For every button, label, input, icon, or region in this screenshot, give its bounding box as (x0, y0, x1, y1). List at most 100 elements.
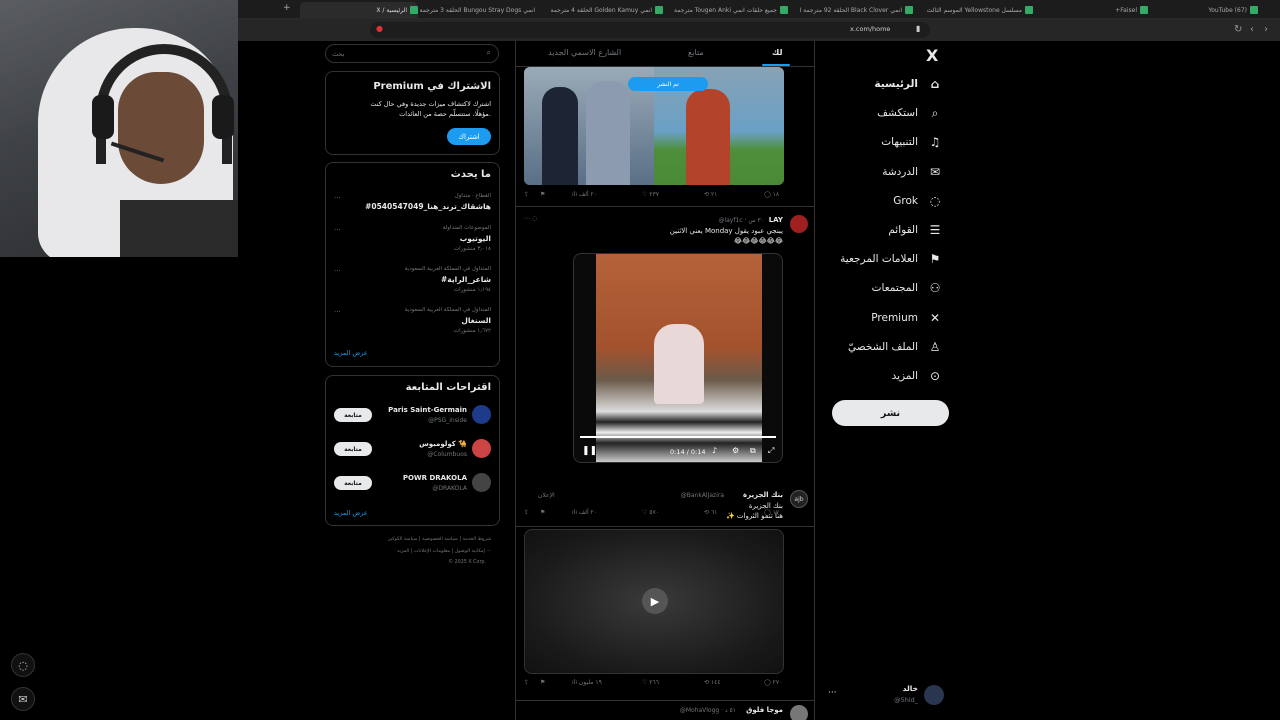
nav-item-bell[interactable]: ♫ التنبيهات (881, 132, 942, 152)
video-progress[interactable] (580, 436, 776, 438)
trend-name[interactable]: #شاعر_الراية (441, 275, 491, 284)
nav-item-search[interactable]: ⌕ استكشف (877, 103, 942, 123)
bookmark-icon[interactable]: ⚑ (540, 191, 545, 198)
repost-count[interactable]: ⟲ ١٤٤ (704, 679, 721, 686)
like-count[interactable]: ♡ ٢٣٧ (642, 191, 659, 198)
tweet-author[interactable]: موجا فلوق (746, 706, 783, 714)
browser-tab[interactable]: انمي Golden Kamuy الحلقة 4 مترجمة (545, 2, 663, 18)
pip-icon[interactable]: ⧉ (750, 446, 756, 456)
nav-item-home[interactable]: ⌂ الرئيسية (874, 74, 942, 94)
follow-button[interactable]: متابعة (334, 442, 372, 456)
grok-icon[interactable]: ⋯ ◌ (524, 215, 537, 222)
tweet-avatar[interactable]: ajb (790, 490, 808, 508)
tab-label: الرئيسية / X (376, 6, 407, 14)
forward-icon[interactable]: › (1264, 24, 1268, 35)
share-icon[interactable]: ⇪ (524, 191, 529, 198)
grok-float-icon[interactable]: ◌ (11, 653, 35, 677)
back-icon[interactable]: ‹ (1250, 24, 1254, 35)
trend-more-icon[interactable]: ··· (334, 226, 341, 234)
search-input[interactable]: ⌕ بحث (325, 44, 499, 63)
trend-more-icon[interactable]: ··· (334, 267, 341, 275)
share-icon[interactable]: ⇪ (524, 679, 529, 686)
x-logo-icon[interactable]: X (926, 46, 938, 65)
pause-icon[interactable]: ❚❚ (582, 446, 597, 456)
post-button[interactable]: نشر (832, 400, 949, 426)
browser-tab[interactable]: Faisel+ (1030, 2, 1148, 18)
url-text[interactable]: x.com/home (850, 25, 890, 33)
tweet-avatar[interactable] (790, 705, 808, 720)
follow-button[interactable]: متابعة (334, 476, 372, 490)
show-more-follow-link[interactable]: عرض المزيد (334, 509, 368, 517)
suggestion-name[interactable]: Paris Saint-Germain (388, 406, 467, 414)
video-player[interactable]: ❚❚ 0:14 / 0:14 ♪ ⚙ ⧉ ⤢ (573, 253, 783, 463)
views-count[interactable]: ılı ٢٠ ألف (572, 191, 597, 198)
nav-item-lists[interactable]: ☰ القوائم (888, 220, 942, 240)
tweet-2[interactable]: LAY @layf1c · ٣٠ س ⋯ ◌ يبنجي عبود يقول M… (516, 207, 814, 527)
tweet-author[interactable]: LAY (769, 216, 783, 224)
extension-icon[interactable]: ● (376, 24, 383, 33)
nav-item-bookmark[interactable]: ⚑ العلامات المرجعية (840, 249, 942, 269)
trend-more-icon[interactable]: ··· (334, 308, 341, 316)
browser-tab[interactable]: مسلسل Yellowstone الموسم الثالث (915, 2, 1033, 18)
footer-links-1[interactable]: شروط الخدمة | سياسة الخصوصية | سياسة الك… (388, 537, 491, 542)
likes-value: ٢٦٦ (649, 679, 659, 686)
reply-count[interactable]: ◯ ١٨ (764, 191, 779, 198)
play-icon[interactable]: ▶ (642, 588, 668, 614)
views-count[interactable]: ılı ١٩ مليون (572, 679, 602, 686)
browser-tab[interactable]: (67) YouTube (1140, 2, 1258, 18)
suggestion-avatar[interactable] (472, 439, 491, 458)
home-icon: ⌂ (930, 77, 940, 91)
nav-item-more[interactable]: ⊙ المزيد (892, 366, 942, 386)
nav-item-grok[interactable]: ◌ Grok (893, 191, 942, 211)
settings-icon[interactable]: ⚙ (732, 446, 739, 455)
nav-item-label: التنبيهات (881, 136, 918, 149)
tweet-1[interactable]: تم النشر ⇪ ⚑ ılı ٢٠ ألف ♡ ٢٣٧ ⟲ ٢١ ◯ ١٨ (516, 67, 814, 207)
search-placeholder: بحث (332, 50, 345, 58)
tweet-text: يبنجي عبود يقول Monday يعني الاثنين (669, 227, 783, 235)
browser-tab[interactable]: انمي Bungou Stray Dogs الحلقة 3 مترجمة (420, 2, 538, 18)
trend-more-icon[interactable]: ··· (334, 194, 341, 202)
nav-item-communities[interactable]: ⚇ المجتمعات (872, 278, 942, 298)
like-count[interactable]: ♡ ٢٦٦ (642, 679, 659, 686)
url-field[interactable] (370, 22, 930, 38)
show-more-trends-link[interactable]: عرض المزيد (334, 349, 368, 357)
suggestion-name[interactable]: كولومبوس 🐪 (419, 440, 467, 448)
new-tab-icon[interactable]: + (283, 3, 291, 13)
views-value: ١٩ مليون (578, 679, 602, 686)
account-switcher[interactable]: ··· خالد @5hld_ (828, 682, 948, 710)
tweet-3-ad[interactable]: ajb بنك الجزيرة @BankAlJazira الإعلان بن… (516, 486, 814, 701)
trend-name[interactable]: السنغال (461, 316, 491, 325)
tab-for-you[interactable]: لك (772, 48, 782, 57)
bookmark-star-icon[interactable]: ▮ (916, 24, 920, 33)
tab-community[interactable]: الشارع الاسمي الجديد (548, 48, 621, 57)
tweet-4[interactable]: موجا فلوق @MohaVlogg · ٥١ د (516, 701, 814, 720)
reply-count[interactable]: ◯ ٢٧٠ (764, 679, 782, 686)
subscribe-button[interactable]: اشتراك (447, 128, 491, 145)
suggestion-avatar[interactable] (472, 405, 491, 424)
ad-video[interactable]: ▶ (524, 529, 784, 674)
fullscreen-icon[interactable]: ⤢ (768, 446, 774, 456)
browser-tab[interactable]: جميع حلقات انمي Tougen Anki مترجمة (670, 2, 788, 18)
trend-name[interactable]: #هاشقاك_ترند_هنا_0540547049 (365, 202, 491, 211)
footer-links-2[interactable]: إمكانية الوصول | معلومات الإعلانات | الم… (397, 549, 491, 554)
browser-tab[interactable]: الرئيسية / X (300, 2, 418, 18)
search-icon: ⌕ (931, 105, 939, 120)
browser-tab[interactable]: انمي Black Clover الحلقة 92 مترجمة ا (795, 2, 913, 18)
volume-icon[interactable]: ♪ (712, 446, 717, 455)
suggestion-name[interactable]: POWR DRAKOLA (403, 474, 467, 482)
suggestion-avatar[interactable] (472, 473, 491, 492)
reload-icon[interactable]: ↻ (1234, 24, 1242, 35)
nav-item-profile[interactable]: ♙ الملف الشخصيّ (848, 337, 942, 357)
messages-float-icon[interactable]: ✉ (11, 687, 35, 711)
tweet-avatar[interactable] (790, 215, 808, 233)
follow-button[interactable]: متابعة (334, 408, 372, 422)
more-dots-icon[interactable]: ··· (828, 688, 837, 698)
tab-following[interactable]: متابع (688, 48, 704, 57)
nav-item-x-premium[interactable]: ✕ Premium (871, 308, 942, 328)
repost-count[interactable]: ⟲ ٢١ (704, 191, 717, 198)
nav-item-mail[interactable]: ✉ الدردشة (882, 162, 942, 182)
trend-name[interactable]: اليوتيوب (460, 234, 491, 243)
bookmark-icon[interactable]: ⚑ (540, 679, 545, 686)
tweet-author[interactable]: بنك الجزيرة (743, 491, 783, 499)
tweet-image[interactable]: تم النشر (524, 67, 784, 185)
